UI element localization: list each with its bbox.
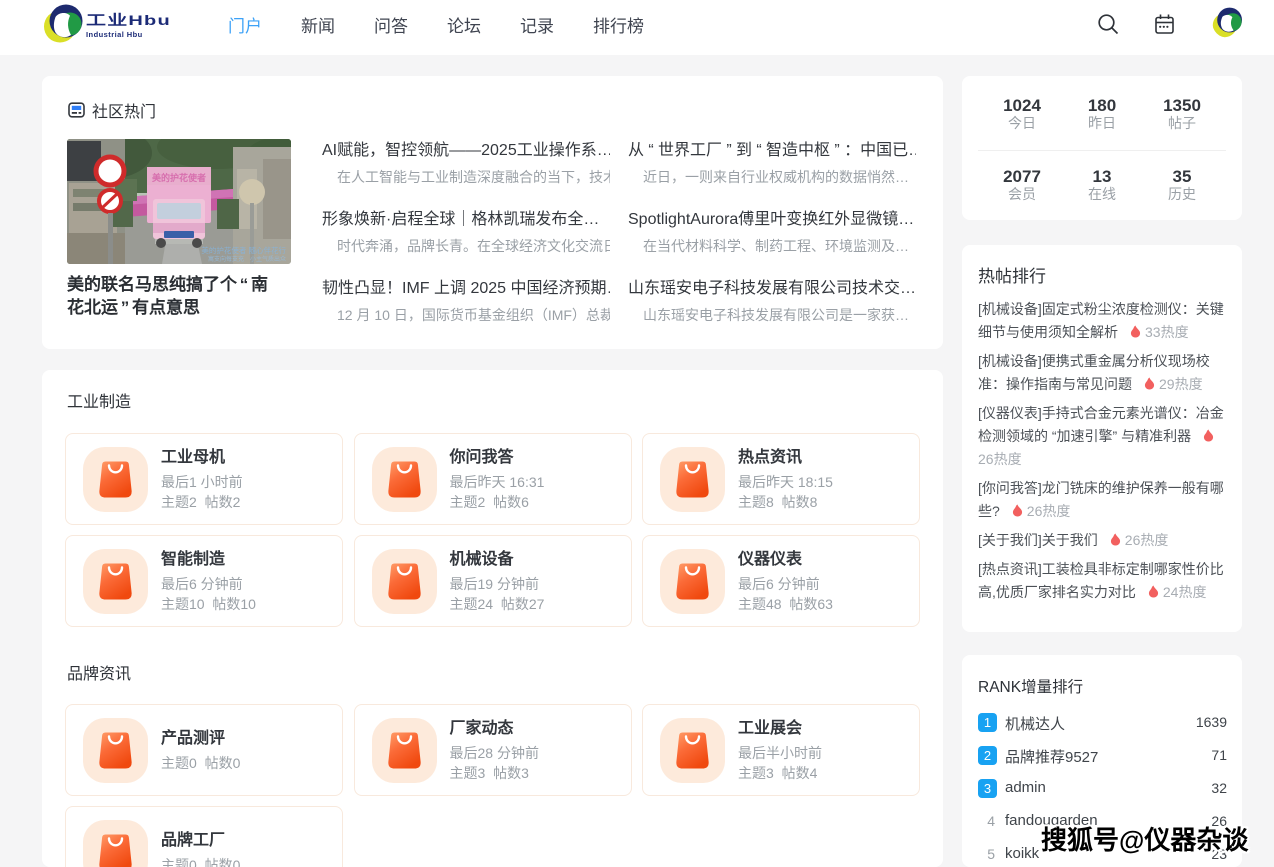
svg-text:美的护花使者 随心伴花行: 美的护花使者 随心伴花行: [201, 245, 286, 255]
svg-text:美的护花使者: 美的护花使者: [152, 172, 206, 183]
svg-text:寓支向每支充 小主气质出众: 寓支向每支充 小主气质出众: [208, 255, 286, 263]
